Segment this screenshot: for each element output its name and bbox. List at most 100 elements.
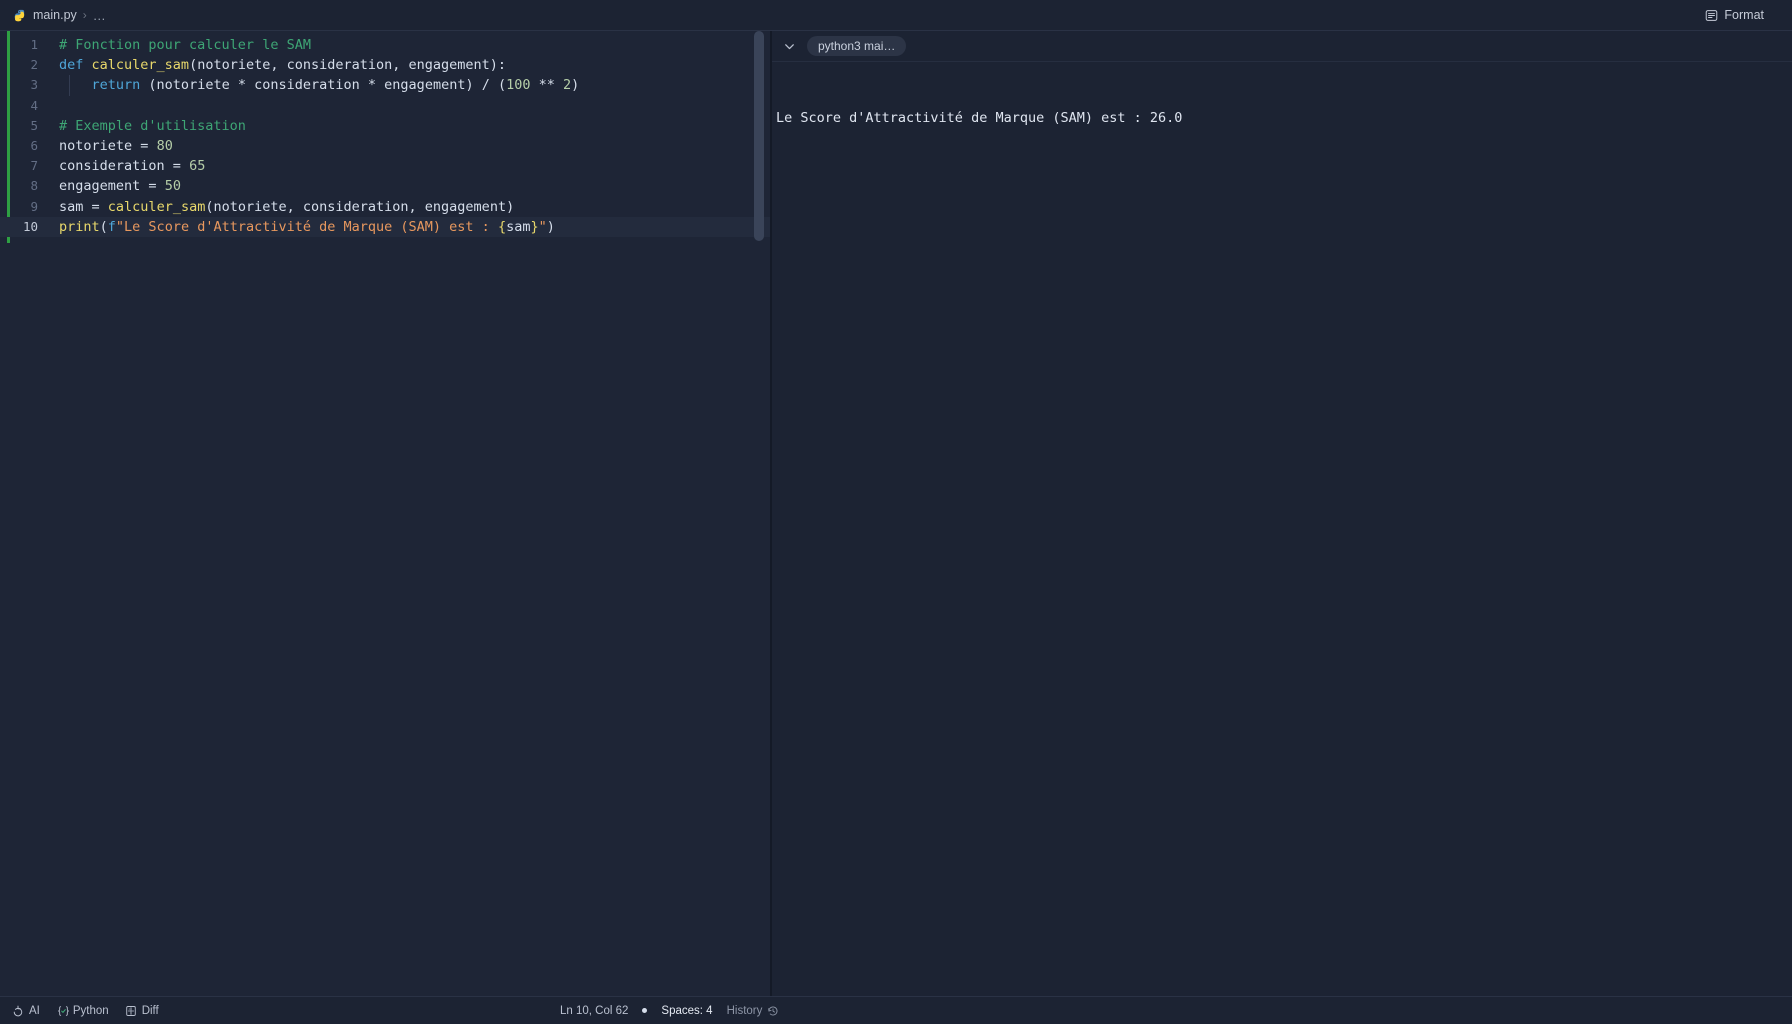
breadcrumb-overflow[interactable]: … xyxy=(93,8,107,23)
console-pane[interactable]: python3 mai… Le Score d'Attractivité de … xyxy=(772,30,1792,996)
code-token: ) xyxy=(571,77,580,94)
code-token: 50 xyxy=(164,178,181,195)
line-content[interactable]: notoriete = 80 xyxy=(48,136,173,156)
status-bar: AI Python Diff Ln 10, Col 62 Spaces: 4 H… xyxy=(0,996,1792,1024)
breadcrumb[interactable]: main.py › … xyxy=(0,8,106,23)
line-number: 8 xyxy=(30,178,38,194)
code-line[interactable]: 2 def calculer_sam(notoriete, considerati… xyxy=(0,55,772,75)
breadcrumb-file[interactable]: main.py xyxy=(33,8,77,22)
format-button[interactable]: Format xyxy=(1705,8,1764,22)
code-token: ** xyxy=(530,77,564,94)
format-label: Format xyxy=(1724,8,1764,22)
code-token: = xyxy=(91,198,100,215)
line-number: 2 xyxy=(30,57,38,73)
history-clock-icon xyxy=(767,1005,779,1017)
replit-editor-window: main.py › … Format 1 # Fonction pour calc… xyxy=(0,0,1792,1024)
status-ai-button[interactable]: AI xyxy=(12,1005,40,1017)
code-token: # Fonction pour calculer le SAM xyxy=(59,37,311,53)
status-language-label: Python xyxy=(72,1004,109,1017)
status-ai-label: AI xyxy=(29,1004,40,1017)
line-number: 3 xyxy=(30,77,38,93)
code-token: calculer_sam xyxy=(107,198,206,215)
status-diff-button[interactable]: Diff xyxy=(125,1005,159,1017)
line-number: 9 xyxy=(30,198,38,214)
line-content[interactable]: engagement = 50 xyxy=(48,176,181,196)
code-token: " xyxy=(538,218,547,235)
line-number: 10 xyxy=(22,218,38,234)
code-token: / xyxy=(481,77,490,94)
code-token: engagement xyxy=(59,178,149,195)
cursor-position[interactable]: Ln 10, Col 62 xyxy=(560,1005,628,1017)
line-number: 6 xyxy=(30,137,38,153)
console-header: python3 mai… xyxy=(772,31,1792,62)
code-token: (notoriete, consideration, engagement) xyxy=(205,198,515,215)
run-command-pill[interactable]: python3 mai… xyxy=(807,36,907,56)
code-token: engagement) xyxy=(376,77,482,94)
line-content[interactable]: print(f"Le Score d'Attractivité de Marqu… xyxy=(48,217,555,237)
code-token: consideration xyxy=(59,158,173,175)
line-content[interactable]: return (notoriete * consideration * enga… xyxy=(48,75,580,95)
code-token: = xyxy=(172,158,181,175)
code-token: 2 xyxy=(563,77,572,94)
editor-scrollbar[interactable] xyxy=(754,31,764,996)
code-line[interactable]: 6 notoriete = 80 xyxy=(0,136,772,156)
code-token: 100 xyxy=(506,77,531,94)
code-line[interactable]: 10 print(f"Le Score d'Attractivité de Mar… xyxy=(0,216,772,237)
code-token: f xyxy=(107,218,116,235)
code-line[interactable]: 7 consideration = 65 xyxy=(0,156,772,176)
editor-topbar: main.py › … Format xyxy=(0,0,1792,30)
editor-scrollbar-thumb[interactable] xyxy=(754,31,764,241)
code-line[interactable]: 4 xyxy=(0,96,772,116)
console-output-line: Le Score d'Attractivité de Marque (SAM) … xyxy=(776,110,1183,126)
status-diff-label: Diff xyxy=(141,1004,159,1017)
line-content[interactable]: consideration = 65 xyxy=(48,156,205,176)
status-bar-left: AI Python Diff xyxy=(0,1005,159,1017)
code-token: } xyxy=(530,218,539,235)
code-token: "Le Score d'Attractivité de Marque (SAM)… xyxy=(115,218,498,235)
code-line[interactable]: 5 # Exemple d'utilisation xyxy=(0,116,772,136)
line-content[interactable]: sam = calculer_sam(notoriete, considerat… xyxy=(48,197,514,217)
status-language-button[interactable]: Python xyxy=(56,1005,109,1017)
code-editor-pane[interactable]: 1 # Fonction pour calculer le SAM 2 def cal… xyxy=(0,30,772,996)
line-number: 1 xyxy=(30,37,38,52)
editor-body: 1 # Fonction pour calculer le SAM 2 def cal… xyxy=(0,30,1792,996)
console-output: Le Score d'Attractivité de Marque (SAM) … xyxy=(772,62,1792,160)
code-token: ( xyxy=(99,218,108,235)
code-token: ) xyxy=(546,218,555,235)
line-content[interactable]: # Exemple d'utilisation xyxy=(48,116,246,136)
code-token: = xyxy=(148,178,157,195)
unsaved-indicator-dot xyxy=(642,1008,648,1013)
code-token: * xyxy=(237,77,246,94)
python-icon xyxy=(14,9,27,22)
line-number: 4 xyxy=(30,97,38,113)
code-token: 65 xyxy=(189,158,206,175)
code-token: return xyxy=(91,77,141,94)
code-line[interactable]: 3 return (notoriete * consideration * en… xyxy=(0,75,772,95)
breadcrumb-separator: › xyxy=(82,8,87,22)
code-token: notoriete xyxy=(59,137,141,154)
line-content[interactable]: def calculer_sam(notoriete, consideratio… xyxy=(48,55,506,75)
code-token: def xyxy=(59,57,92,74)
history-button[interactable]: History xyxy=(727,1005,780,1017)
code-line[interactable]: 1 # Fonction pour calculer le SAM xyxy=(0,35,772,55)
code-token: { xyxy=(497,218,507,235)
code-line[interactable]: 8 engagement = 50 xyxy=(0,176,772,196)
code-lines[interactable]: 1 # Fonction pour calculer le SAM 2 def cal… xyxy=(0,31,772,237)
chevron-down-icon[interactable] xyxy=(782,39,797,54)
code-token: sam xyxy=(506,218,531,235)
ai-sparkle-icon xyxy=(12,1005,24,1017)
diff-icon xyxy=(125,1005,137,1017)
indent-setting[interactable]: Spaces: 4 xyxy=(661,1005,712,1017)
line-content[interactable]: # Fonction pour calculer le SAM xyxy=(48,35,311,55)
code-line[interactable]: 9 sam = calculer_sam(notoriete, considera… xyxy=(0,197,772,217)
code-token: print xyxy=(59,218,100,235)
code-token: ( xyxy=(489,77,507,94)
code-token: 80 xyxy=(156,137,173,154)
history-label: History xyxy=(726,1004,763,1017)
format-document-icon xyxy=(1705,9,1718,22)
